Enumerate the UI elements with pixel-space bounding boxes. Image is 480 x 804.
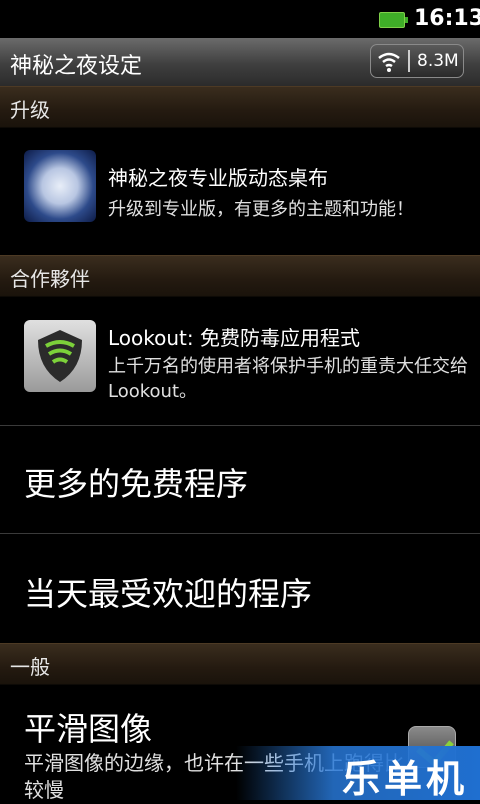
upgrade-title: 神秘之夜专业版动态桌布 bbox=[108, 166, 328, 190]
smooth-image-title: 平滑图像 bbox=[24, 710, 153, 748]
section-general-label: 一般 bbox=[10, 655, 50, 679]
moon-icon bbox=[24, 150, 96, 222]
section-partners: 合作夥伴 bbox=[0, 255, 480, 297]
page-title: 神秘之夜设定 bbox=[10, 54, 143, 79]
title-bar: 神秘之夜设定 8.3M bbox=[0, 38, 480, 87]
status-bar: 16:13 bbox=[0, 0, 480, 38]
section-partners-label: 合作夥伴 bbox=[10, 267, 90, 291]
section-general: 一般 bbox=[0, 643, 480, 685]
battery-icon bbox=[379, 12, 408, 28]
popular-today-item[interactable]: 当天最受欢迎的程序 bbox=[0, 534, 480, 642]
status-time: 16:13 bbox=[414, 6, 480, 31]
lookout-item[interactable]: Lookout: 免费防毒应用程式 上千万名的使用者将保护手机的重责大任交给Lo… bbox=[0, 296, 480, 424]
section-upgrade: 升级 bbox=[0, 86, 480, 128]
more-free-apps-item[interactable]: 更多的免费程序 bbox=[0, 426, 480, 532]
upgrade-subtitle: 升级到专业版，有更多的主题和功能！ bbox=[108, 199, 414, 220]
upgrade-pro-item[interactable]: 神秘之夜专业版动态桌布 升级到专业版，有更多的主题和功能！ bbox=[0, 127, 480, 255]
lookout-shield-icon bbox=[24, 320, 96, 392]
watermark-banner: 乐单机 bbox=[236, 746, 480, 801]
lookout-subtitle: 上千万名的使用者将保护手机的重责大任交给Lookout。 bbox=[108, 356, 468, 402]
popular-today-label: 当天最受欢迎的程序 bbox=[24, 575, 313, 613]
section-upgrade-label: 升级 bbox=[10, 98, 50, 122]
network-speed: 8.3M bbox=[417, 51, 459, 71]
more-free-apps-label: 更多的免费程序 bbox=[24, 465, 249, 503]
network-separator bbox=[408, 50, 410, 72]
watermark-text: 乐单机 bbox=[341, 757, 468, 801]
network-indicator: 8.3M bbox=[370, 44, 464, 78]
lookout-title: Lookout: 免费防毒应用程式 bbox=[108, 326, 360, 350]
wifi-icon bbox=[378, 52, 400, 72]
